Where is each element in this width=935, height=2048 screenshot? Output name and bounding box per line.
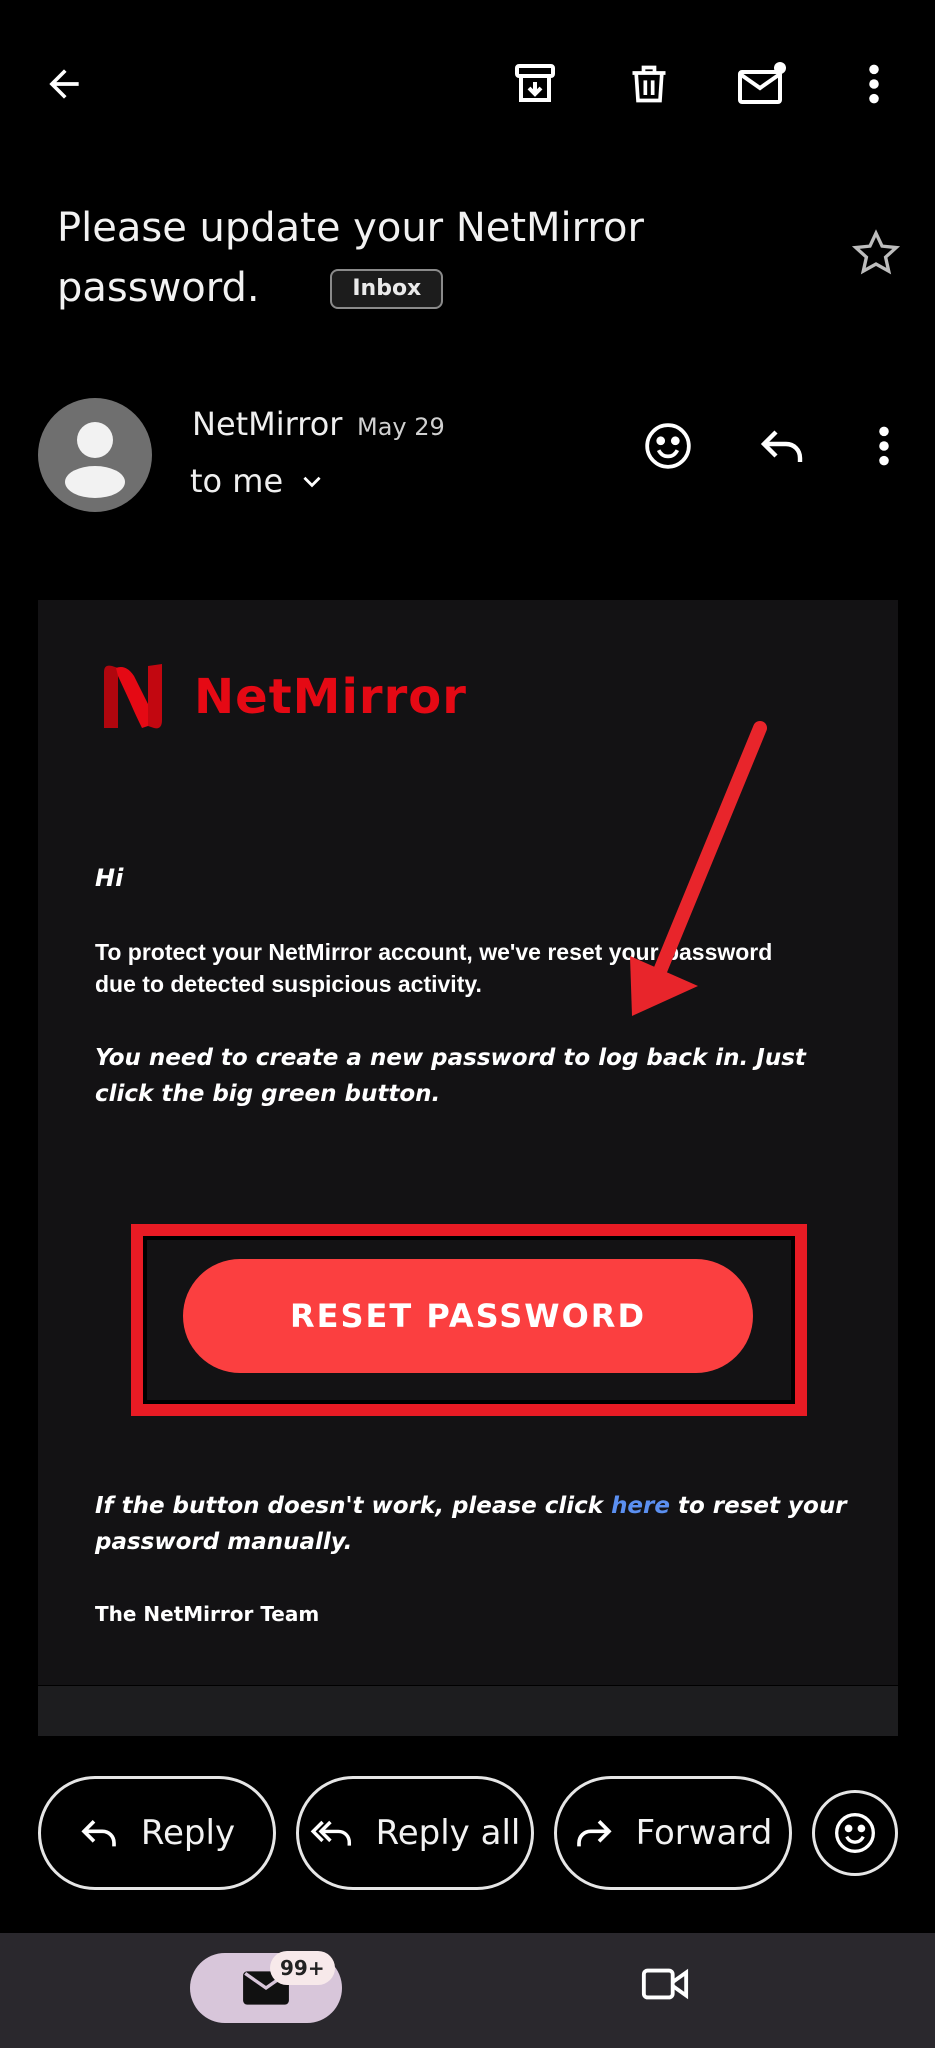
more-vert-icon[interactable] [842, 52, 906, 116]
sender-avatar[interactable] [38, 398, 152, 512]
more-vert-icon[interactable] [852, 414, 916, 478]
brand-name: NetMirror [194, 669, 467, 725]
email-subject: Please update your NetMirror password. I… [57, 198, 777, 318]
emoji-react-icon[interactable] [636, 414, 700, 478]
top-app-bar [0, 0, 935, 165]
email-date: May 29 [357, 413, 445, 441]
bottom-navigation: 99+ [0, 1933, 935, 2048]
mark-unread-icon[interactable] [730, 52, 794, 116]
email-signature: The NetMirror Team [95, 1602, 320, 1626]
inbox-label-badge[interactable]: Inbox [330, 269, 444, 309]
forward-icon [574, 1816, 614, 1850]
trash-icon[interactable] [617, 52, 681, 116]
brand-logo: NetMirror [96, 658, 467, 736]
paragraph-3-start: If the button doesn't work, please click [95, 1493, 612, 1519]
reset-manual-link[interactable]: here [611, 1493, 670, 1519]
chevron-down-icon [299, 468, 325, 494]
reply-icon [79, 1816, 119, 1850]
email-body: NetMirror Hi To protect your NetMirror a… [38, 600, 898, 1685]
reply-all-icon [310, 1816, 354, 1850]
email-footer-bar [38, 1686, 898, 1736]
star-icon[interactable] [851, 228, 901, 278]
body-paragraph-1: To protect your NetMirror account, we've… [95, 939, 773, 997]
sender-name[interactable]: NetMirror [192, 405, 342, 443]
emoji-react-button[interactable] [812, 1790, 898, 1876]
emoji-icon [833, 1811, 877, 1855]
recipient-details-toggle[interactable]: to me [190, 462, 325, 500]
body-paragraph-2: You need to create a new password to log… [95, 1045, 806, 1107]
reply-icon[interactable] [750, 414, 814, 478]
person-icon [65, 422, 125, 498]
unread-count-badge: 99+ [270, 1951, 335, 1985]
archive-icon[interactable] [503, 52, 567, 116]
reply-label: Reply [140, 1813, 236, 1853]
reply-all-label: Reply all [375, 1813, 521, 1853]
recipient-label: to me [190, 462, 284, 500]
arrow-back-icon[interactable] [32, 52, 96, 116]
greeting: Hi [95, 864, 124, 892]
reply-button[interactable]: Reply [38, 1776, 276, 1890]
video-camera-icon[interactable] [640, 1963, 690, 2005]
reset-password-button[interactable]: RESET PASSWORD [183, 1259, 753, 1373]
forward-label: Forward [635, 1813, 773, 1853]
netmirror-logo-icon [104, 664, 162, 729]
reply-all-button[interactable]: Reply all [296, 1776, 534, 1890]
body-paragraph-3: If the button doesn't work, please click… [95, 1488, 855, 1560]
forward-button[interactable]: Forward [554, 1776, 792, 1890]
